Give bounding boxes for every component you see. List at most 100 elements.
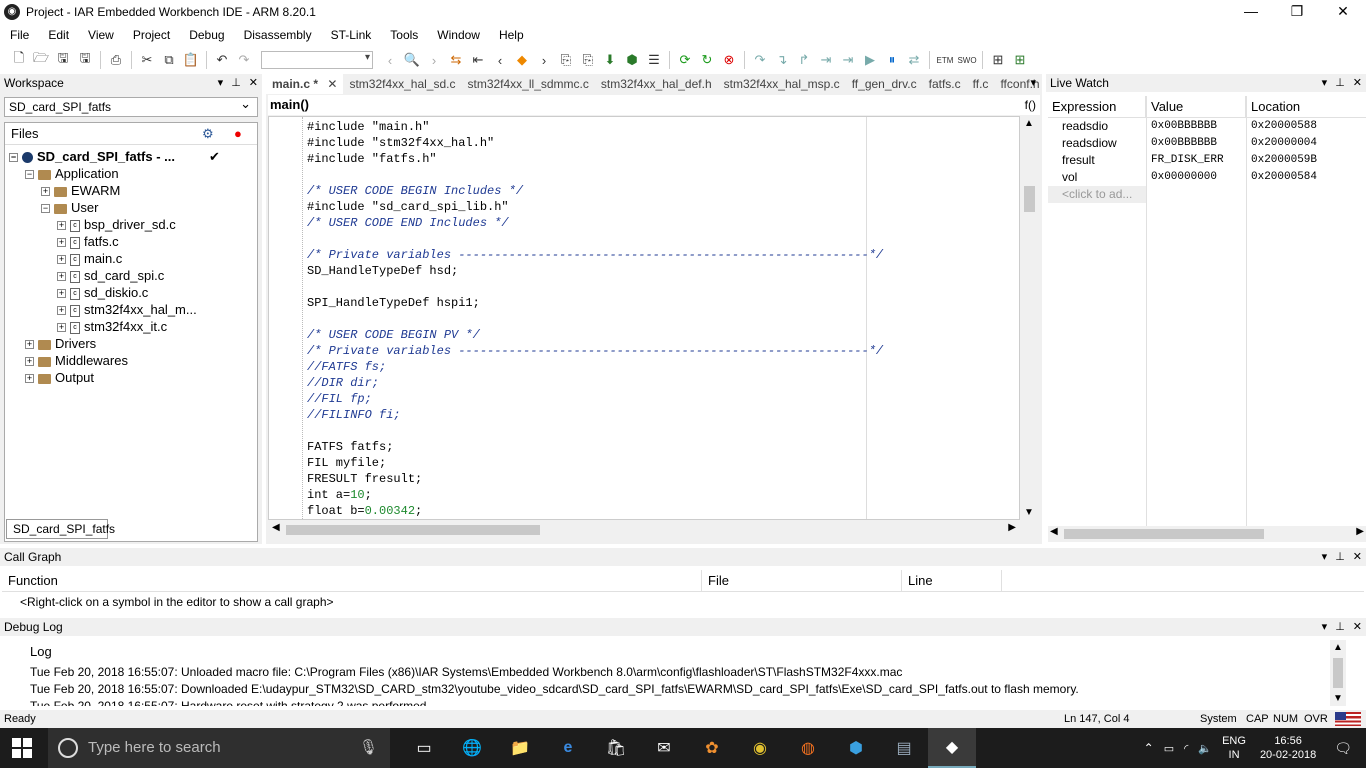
layout-add-icon[interactable]: ⊞ bbox=[1009, 49, 1031, 71]
paste-icon[interactable]: 📋 bbox=[180, 49, 202, 71]
device-app-icon[interactable]: ▤ bbox=[880, 728, 928, 768]
minimize-button[interactable]: — bbox=[1228, 0, 1274, 22]
tab-main-c[interactable]: main.c * ✕ bbox=[266, 74, 344, 94]
code-line[interactable]: /* Private variables -------------------… bbox=[307, 247, 883, 263]
code-line[interactable]: #include "sd_card_spi_lib.h" bbox=[307, 199, 883, 215]
expand-icon[interactable]: + bbox=[25, 374, 34, 384]
find-icon[interactable]: 🔍 bbox=[401, 49, 423, 71]
code-editor[interactable]: #include "main.h" #include "stm32f4xx_hal… bbox=[268, 116, 1020, 520]
notifications-icon[interactable]: 🗨 bbox=[1334, 740, 1352, 757]
gear-icon[interactable]: ⚙ bbox=[202, 123, 214, 145]
watch-add-row[interactable]: <click to ad... bbox=[1048, 186, 1366, 203]
scroll-down-icon[interactable]: ▼ bbox=[1024, 507, 1034, 518]
tab-ff-gen-drv[interactable]: ff_gen_drv.c bbox=[846, 77, 923, 91]
pin-icon[interactable]: ⊥ bbox=[1335, 548, 1345, 566]
code-line[interactable]: float b=0.00342; bbox=[307, 503, 883, 519]
close-button[interactable]: ✕ bbox=[1320, 0, 1366, 22]
code-line[interactable]: FIL myfile; bbox=[307, 455, 883, 471]
line-gutter[interactable] bbox=[269, 117, 303, 519]
watch-row[interactable]: readsdiow 0x00BBBBBB 0x20000004 bbox=[1048, 135, 1366, 152]
code-line[interactable]: //FILINFO fi; bbox=[307, 407, 883, 423]
tree-file[interactable]: + c fatfs.c bbox=[57, 233, 119, 250]
compile-icon[interactable]: ⎘ bbox=[555, 49, 577, 71]
bookmark-icon[interactable]: ◆ bbox=[511, 49, 533, 71]
code-line[interactable]: //FATFS fs; bbox=[307, 359, 883, 375]
outdent-icon[interactable]: ⇤ bbox=[467, 49, 489, 71]
pin-icon[interactable]: ⊥ bbox=[1335, 618, 1345, 636]
download-icon[interactable]: ⬇ bbox=[599, 49, 621, 71]
code-line[interactable] bbox=[307, 231, 883, 247]
cut-icon[interactable]: ✂ bbox=[136, 49, 158, 71]
configuration-select[interactable]: SD_card_SPI_fatfs bbox=[4, 95, 258, 117]
expand-icon[interactable]: + bbox=[57, 238, 66, 248]
step-over-icon[interactable]: ↷ bbox=[749, 49, 771, 71]
watch-row[interactable]: readsdio 0x00BBBBBB 0x20000588 bbox=[1048, 118, 1366, 135]
pin-icon[interactable]: ⊥ bbox=[231, 74, 241, 92]
column-file[interactable]: File bbox=[702, 570, 902, 591]
scroll-thumb[interactable] bbox=[1024, 186, 1035, 212]
globe-app-icon[interactable]: 🌐 bbox=[448, 728, 496, 768]
mail-icon[interactable]: ✉ bbox=[640, 728, 688, 768]
tab-ll-sdmmc[interactable]: stm32f4xx_ll_sdmmc.c bbox=[462, 77, 595, 91]
code-line[interactable] bbox=[307, 279, 883, 295]
scroll-thumb[interactable] bbox=[1333, 658, 1343, 688]
menu-view[interactable]: View bbox=[78, 28, 123, 42]
tree-group-ewarm[interactable]: + EWARM bbox=[41, 182, 120, 199]
reset-icon[interactable]: ↻ bbox=[696, 49, 718, 71]
code-line[interactable]: /* USER CODE BEGIN PV */ bbox=[307, 327, 883, 343]
download-debug-icon[interactable]: ⬢ bbox=[621, 49, 643, 71]
code-line[interactable]: #include "fatfs.h" bbox=[307, 151, 883, 167]
collapse-icon[interactable]: − bbox=[9, 153, 18, 163]
tree-file[interactable]: + c sd_card_spi.c bbox=[57, 267, 164, 284]
tab-hal-def[interactable]: stm32f4xx_hal_def.h bbox=[595, 77, 718, 91]
add-expression-field[interactable]: <click to ad... bbox=[1048, 186, 1146, 203]
battery-icon[interactable]: ▭ bbox=[1164, 742, 1174, 755]
expand-icon[interactable]: + bbox=[41, 187, 50, 197]
column-line[interactable]: Line bbox=[902, 570, 1002, 591]
run-to-cursor-icon[interactable]: ⇥ bbox=[837, 49, 859, 71]
scroll-right-icon[interactable]: ▶ bbox=[1356, 526, 1364, 537]
scroll-up-icon[interactable]: ▲ bbox=[1024, 118, 1034, 129]
scroll-left-icon[interactable]: ◀ bbox=[272, 522, 280, 533]
tree-group-output[interactable]: + Output bbox=[25, 369, 94, 386]
expand-icon[interactable]: + bbox=[25, 357, 34, 367]
expand-icon[interactable]: + bbox=[57, 255, 66, 265]
tree-group-user[interactable]: − User bbox=[41, 199, 98, 216]
tree-group-application[interactable]: − Application bbox=[25, 165, 119, 182]
menu-edit[interactable]: Edit bbox=[38, 28, 78, 42]
workspace-tab[interactable]: SD_card_SPI_fatfs bbox=[6, 519, 115, 539]
watch-value[interactable]: 0x00000000 bbox=[1146, 169, 1246, 186]
code-line[interactable] bbox=[307, 311, 883, 327]
code-line[interactable] bbox=[307, 423, 883, 439]
watch-row[interactable]: fresult FR_DISK_ERR 0x2000059B bbox=[1048, 152, 1366, 169]
open-file-icon[interactable]: 🗁 bbox=[30, 49, 52, 71]
column-function[interactable]: Function bbox=[2, 570, 702, 591]
scroll-down-icon[interactable]: ▼ bbox=[1333, 693, 1343, 704]
etm-icon[interactable]: ETM bbox=[934, 49, 956, 71]
swo-icon[interactable]: SWO bbox=[956, 49, 978, 71]
menu-file[interactable]: File bbox=[0, 28, 38, 42]
nav-forward-icon[interactable]: › bbox=[533, 49, 555, 71]
code-line[interactable]: FRESULT fresult; bbox=[307, 471, 883, 487]
back-icon[interactable]: ‹ bbox=[379, 49, 401, 71]
tabs-menu-icon[interactable]: ▾ bbox=[1030, 76, 1036, 89]
restore-button[interactable]: ❐ bbox=[1274, 0, 1320, 22]
watch-value[interactable]: FR_DISK_ERR bbox=[1146, 152, 1246, 169]
log-output[interactable]: Log Tue Feb 20, 2018 16:55:07: Unloaded … bbox=[20, 640, 1328, 706]
tab-ff[interactable]: ff.c bbox=[967, 77, 995, 91]
next-statement-icon[interactable]: ⇥ bbox=[815, 49, 837, 71]
goto-icon[interactable]: ⇆ bbox=[445, 49, 467, 71]
tree-project[interactable]: − SD_card_SPI_fatfs - ... ✔ bbox=[9, 148, 255, 165]
edge-icon[interactable]: e bbox=[544, 728, 592, 768]
tab-fatfs[interactable]: fatfs.c bbox=[923, 77, 967, 91]
new-file-icon[interactable]: 🗋 bbox=[8, 49, 30, 71]
column-value[interactable]: Value bbox=[1146, 96, 1246, 117]
windows-start-icon[interactable] bbox=[12, 738, 34, 758]
save-all-icon[interactable]: 🖫 bbox=[74, 49, 96, 71]
scroll-thumb[interactable] bbox=[286, 525, 540, 535]
break-icon[interactable]: ⏸ bbox=[881, 49, 903, 71]
menu-tools[interactable]: Tools bbox=[380, 28, 427, 42]
task-view-icon[interactable]: ▭ bbox=[400, 728, 448, 768]
expand-icon[interactable]: + bbox=[57, 221, 66, 231]
pin-icon[interactable]: ⊥ bbox=[1335, 74, 1345, 92]
